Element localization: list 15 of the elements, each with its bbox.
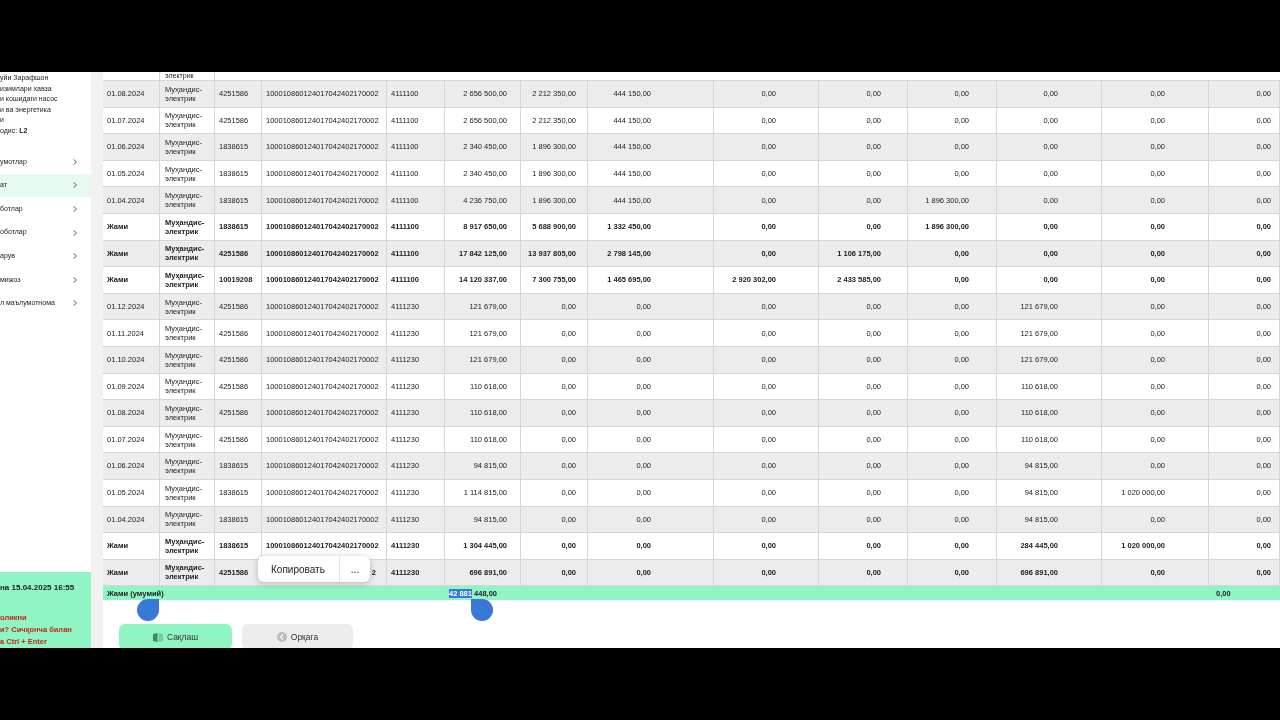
chevron-right-icon: [73, 158, 77, 165]
back-button[interactable]: Орқага: [242, 624, 353, 648]
menu-item[interactable]: Копировать: [258, 556, 340, 582]
back-icon: [276, 632, 287, 643]
book-icon: [152, 632, 163, 642]
chevron-right-icon: [73, 300, 77, 307]
chevron-right-icon: [73, 206, 77, 212]
save-button[interactable]: Сақлаш: [119, 624, 232, 648]
chevron-right-icon: [73, 276, 77, 283]
menu-item[interactable]: ...: [340, 556, 370, 582]
timestamp-text: на 15.04.2025 16:55: [0, 582, 76, 594]
selection-handle[interactable]: [471, 599, 493, 621]
chevron-right-icon: [73, 182, 77, 189]
chevron-right-icon: [73, 253, 77, 260]
chevron-right-icon: [73, 229, 77, 236]
